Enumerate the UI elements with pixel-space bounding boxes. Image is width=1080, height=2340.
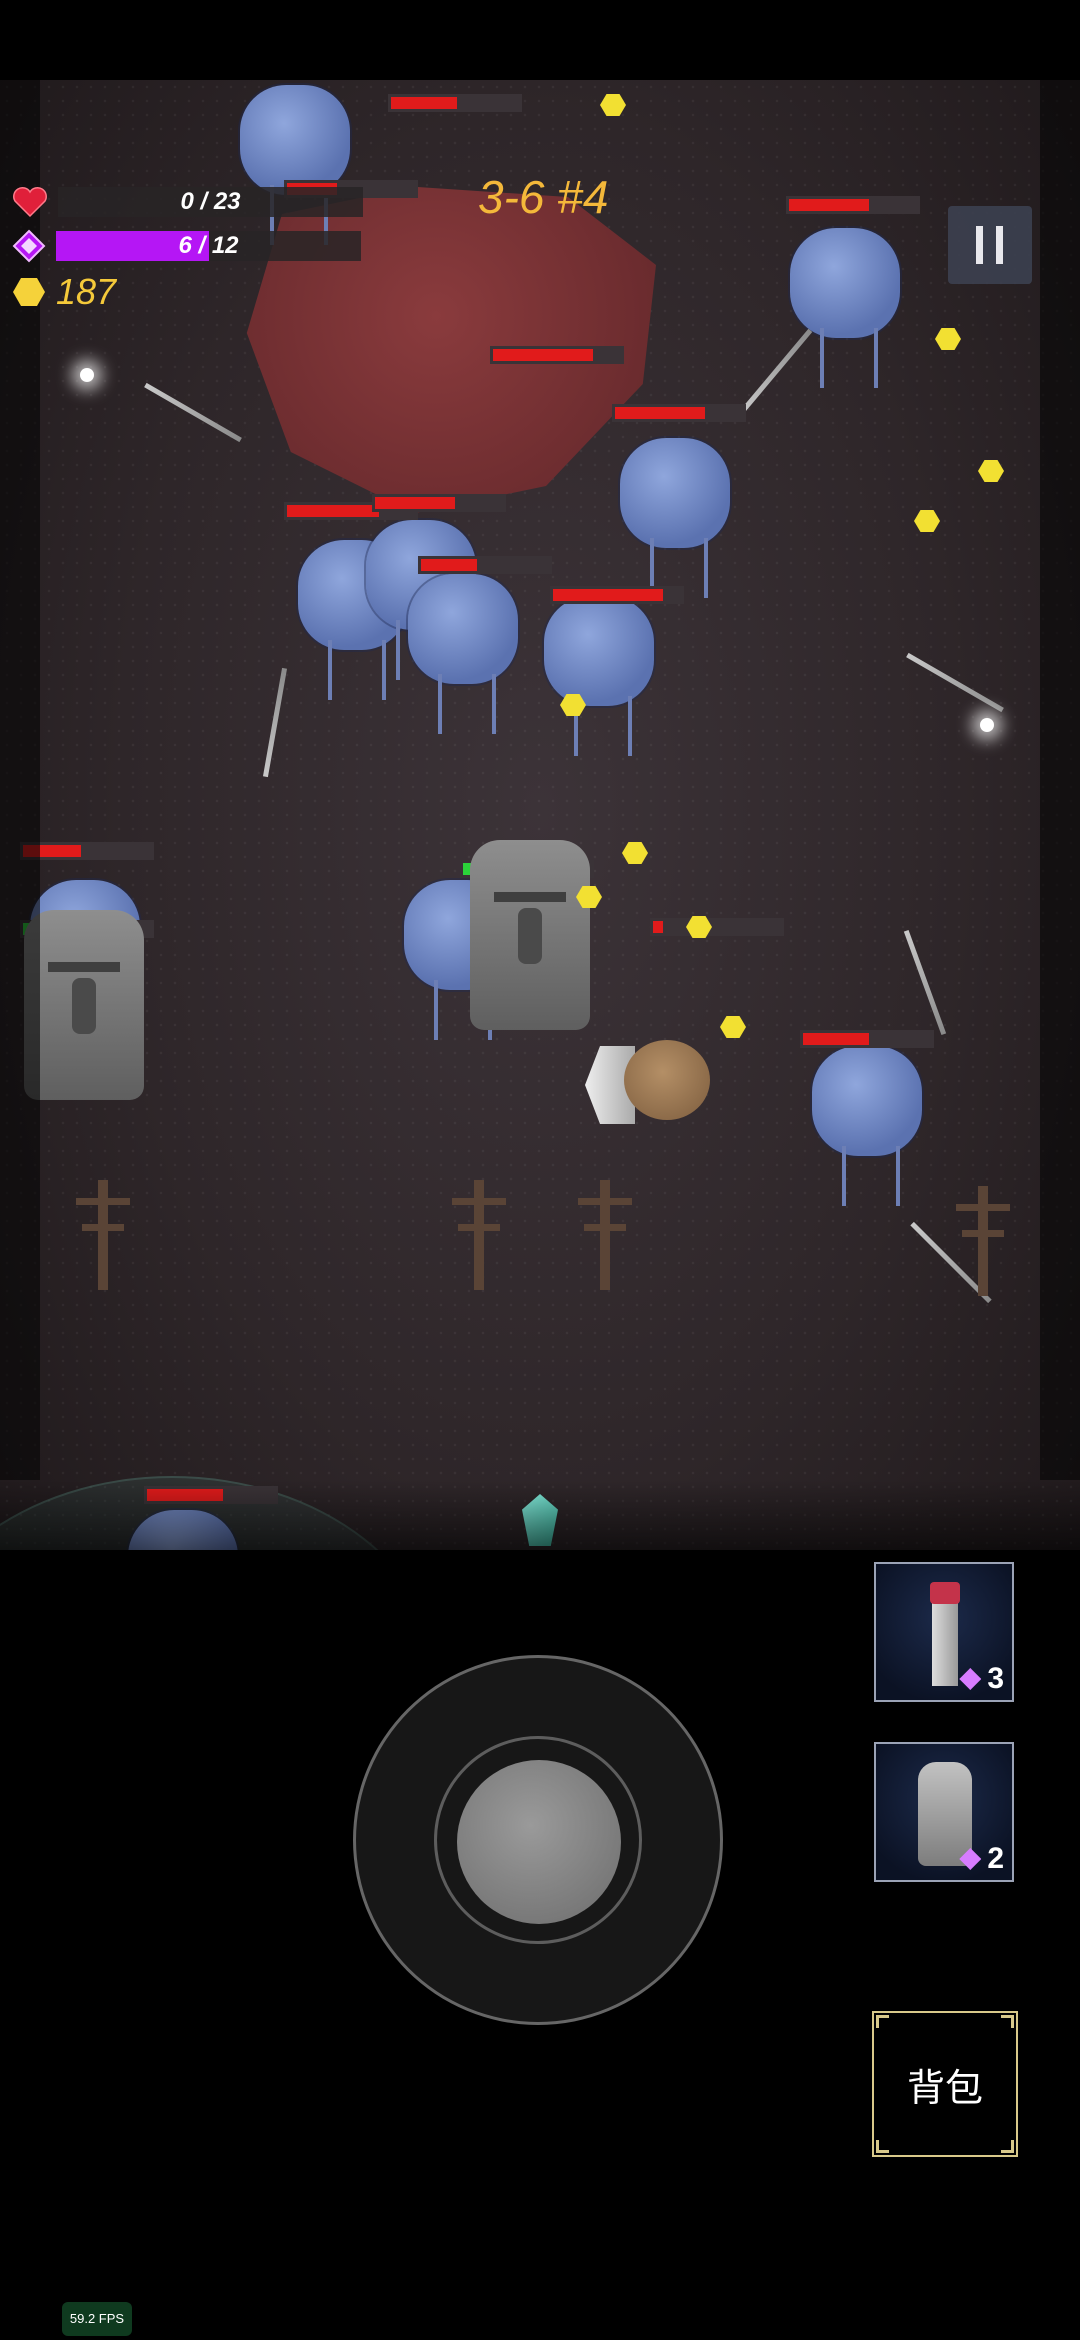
mana-bar: 6 / 12 bbox=[56, 231, 361, 261]
wooden-grave-post bbox=[76, 1180, 130, 1290]
gold-row: 187 bbox=[12, 271, 117, 312]
sword-projectile bbox=[906, 652, 1004, 713]
gold-coin bbox=[600, 94, 626, 116]
gold-count: 187 bbox=[56, 271, 117, 312]
status-bar-area bbox=[0, 0, 1080, 80]
health-row: 0 / 23 bbox=[12, 184, 363, 220]
bag-button[interactable]: 背包 bbox=[872, 2011, 1018, 2157]
mana-row: 6 / 12 bbox=[12, 228, 361, 264]
gem-icon bbox=[12, 229, 46, 263]
enemy-spider bbox=[620, 438, 730, 598]
sword-projectile bbox=[262, 667, 288, 778]
enemy-hp-bar bbox=[490, 346, 624, 364]
enemy-spider bbox=[240, 85, 350, 245]
gold-coin bbox=[935, 328, 961, 350]
enemy-hp-bar bbox=[800, 1030, 934, 1048]
gold-coin bbox=[720, 1016, 746, 1038]
health-bar: 0 / 23 bbox=[58, 187, 363, 217]
beacon-tower-icon bbox=[930, 1582, 960, 1686]
corner-decoration bbox=[876, 2140, 889, 2153]
coin-icon bbox=[13, 278, 45, 306]
gem-icon bbox=[959, 1668, 982, 1690]
player-hp-bar bbox=[650, 918, 784, 936]
sword-projectile bbox=[144, 382, 242, 443]
gold-coin bbox=[914, 510, 940, 532]
enemy-hp-bar bbox=[418, 556, 552, 574]
fps-counter: 59.2 FPS bbox=[62, 2302, 132, 2336]
enemy-hp-bar bbox=[388, 94, 522, 112]
wooden-grave-post bbox=[956, 1186, 1010, 1296]
enemy-spider bbox=[544, 596, 654, 756]
spark-effect bbox=[80, 368, 94, 382]
skill-cost: 3 bbox=[959, 1662, 1004, 1696]
moai-turret bbox=[470, 840, 590, 1030]
skill-cost: 2 bbox=[959, 1842, 1004, 1876]
gold-coin bbox=[622, 842, 648, 864]
corner-decoration bbox=[1001, 2140, 1014, 2153]
level-label: 3-6 #4 bbox=[478, 171, 609, 223]
mana-text: 6 / 12 bbox=[178, 232, 239, 259]
gold-coin bbox=[978, 460, 1004, 482]
enemy-spider bbox=[812, 1046, 922, 1206]
gem-icon bbox=[959, 1848, 982, 1870]
bag-label: 背包 bbox=[906, 2067, 983, 2110]
wooden-grave-post bbox=[578, 1180, 632, 1290]
sword-projectile bbox=[903, 929, 947, 1036]
skill-slot-moai[interactable]: 2 bbox=[874, 1742, 1014, 1882]
health-text: 0 / 23 bbox=[180, 188, 241, 215]
skill-cost-value: 2 bbox=[987, 1842, 1004, 1875]
pause-button[interactable] bbox=[948, 206, 1032, 284]
enemy-spider bbox=[790, 228, 900, 388]
enemy-hp-bar bbox=[20, 842, 154, 860]
spark-effect bbox=[980, 718, 994, 732]
wooden-grave-post bbox=[452, 1180, 506, 1290]
heart-icon bbox=[13, 187, 47, 218]
pause-icon bbox=[976, 226, 983, 264]
enemy-hp-bar bbox=[550, 586, 684, 604]
enemy-spider bbox=[408, 574, 518, 734]
sword-projectile bbox=[737, 328, 813, 417]
corner-decoration bbox=[876, 2015, 889, 2028]
pause-icon-bar bbox=[996, 226, 1003, 264]
skill-slot-beacon[interactable]: 3 bbox=[874, 1562, 1014, 1702]
foliage-right bbox=[1040, 80, 1080, 1480]
enemy-hp-bar bbox=[612, 404, 746, 422]
enemy-hp-bar bbox=[372, 494, 506, 512]
game-arena[interactable] bbox=[0, 80, 1080, 1700]
joystick-knob[interactable] bbox=[457, 1760, 621, 1924]
corner-decoration bbox=[1001, 2015, 1014, 2028]
player-hero bbox=[624, 1040, 710, 1120]
enemy-hp-bar bbox=[786, 196, 920, 214]
moai-turret bbox=[24, 910, 144, 1100]
skill-cost-value: 3 bbox=[987, 1662, 1004, 1695]
